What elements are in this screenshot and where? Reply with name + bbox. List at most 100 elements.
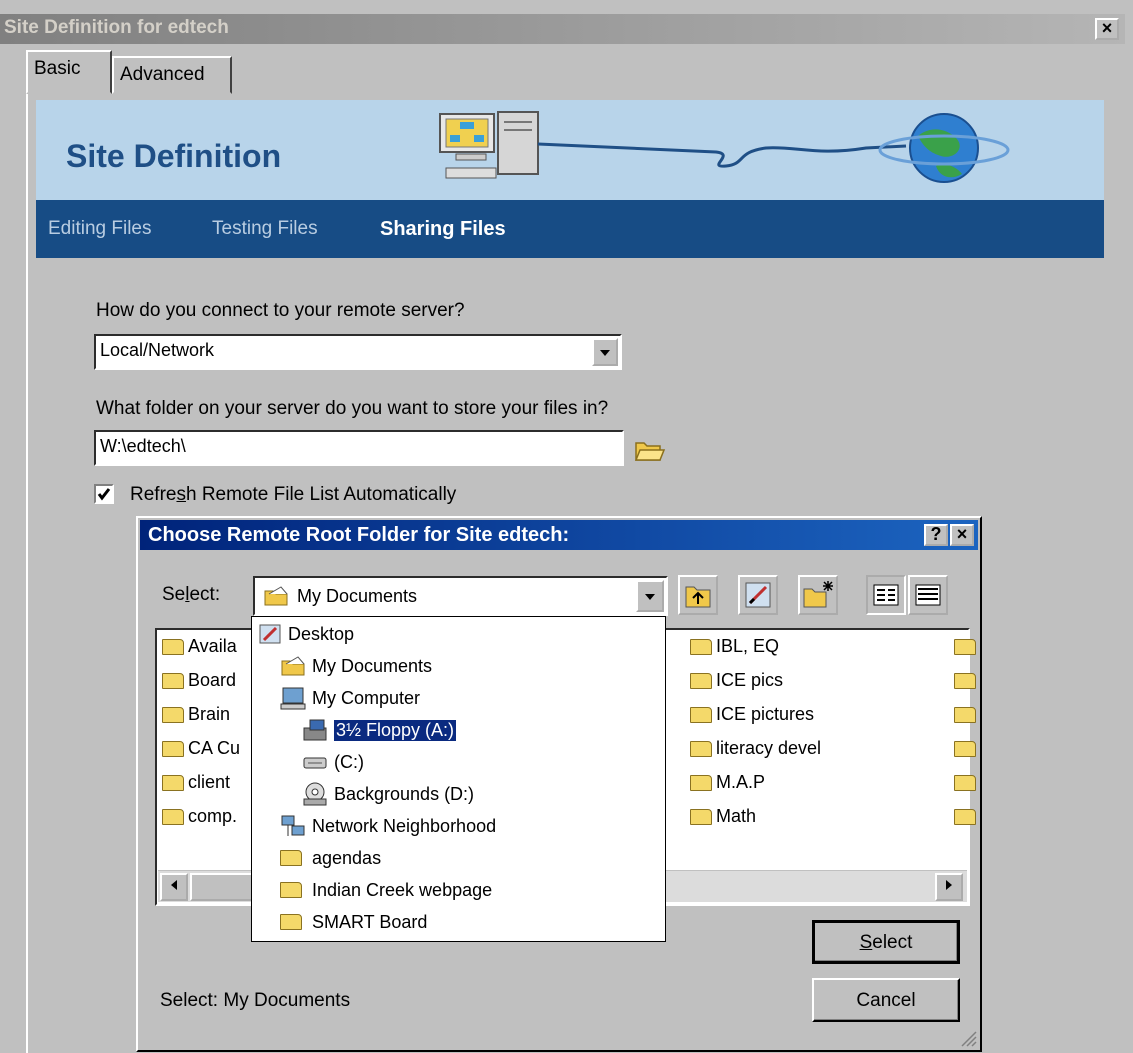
window-close-button[interactable]: ×	[1095, 18, 1119, 40]
folder-question-label: What folder on your server do you want t…	[96, 398, 609, 419]
list-view-button[interactable]	[866, 575, 906, 615]
section-nav	[36, 200, 1104, 258]
dialog-close-button[interactable]: ×	[950, 524, 974, 546]
new-folder-icon	[803, 581, 833, 608]
new-folder-button[interactable]	[798, 575, 838, 615]
dropdown-item-my-documents[interactable]: My Documents	[280, 651, 432, 681]
look-in-select[interactable]: My Documents	[253, 576, 668, 616]
list-item[interactable]: Brain	[162, 704, 240, 738]
my-documents-icon	[264, 586, 288, 606]
chevron-down-icon	[600, 350, 610, 356]
tab-advanced[interactable]: Advanced	[112, 56, 232, 94]
network-icon	[281, 815, 305, 836]
connect-question-label: How do you connect to your remote server…	[96, 300, 465, 321]
arrow-right-icon	[946, 880, 952, 890]
folder-icon	[162, 775, 184, 792]
remote-folder-value: W:\edtech\	[100, 436, 186, 456]
list-item[interactable]: comp.	[162, 806, 240, 840]
list-item[interactable]: IBL, EQ	[690, 636, 821, 670]
up-folder-icon	[685, 586, 711, 608]
dropdown-item-indian-creek[interactable]: Indian Creek webpage	[280, 875, 492, 905]
folder-icon	[954, 809, 976, 826]
dropdown-item-d-drive[interactable]: Backgrounds (D:)	[302, 779, 474, 809]
my-documents-icon	[281, 656, 305, 676]
chevron-down-icon	[645, 594, 655, 600]
cd-drive-icon	[303, 782, 327, 806]
list-item[interactable]: Availa	[162, 636, 240, 670]
nav-editing-files[interactable]: Editing Files	[48, 218, 152, 240]
folder-icon	[954, 639, 976, 656]
details-view-button[interactable]	[908, 575, 948, 615]
list-item[interactable]: literacy devel	[690, 738, 821, 772]
scroll-left-button[interactable]	[160, 873, 188, 901]
cancel-button[interactable]: Cancel	[812, 978, 960, 1022]
scroll-right-button[interactable]	[935, 873, 963, 901]
folder-icon	[162, 707, 184, 724]
hard-drive-icon	[303, 757, 327, 769]
folder-column-right: IBL, EQ ICE pics ICE pictures literacy d…	[690, 636, 821, 840]
computer-globe-illustration	[439, 111, 1010, 183]
dropdown-item-network[interactable]: Network Neighborhood	[280, 811, 496, 841]
folder-icon	[954, 673, 976, 690]
folder-icon	[280, 914, 302, 930]
folder-icon	[690, 809, 712, 826]
my-computer-icon	[280, 687, 306, 710]
dropdown-item-floppy[interactable]: 3½ Floppy (A:)	[302, 715, 458, 745]
refresh-checkbox-label: Refresh Remote File List Automatically	[130, 484, 457, 505]
refresh-checkbox[interactable]	[94, 484, 114, 504]
list-view-icon	[873, 584, 899, 606]
dropdown-item-my-computer[interactable]: My Computer	[280, 683, 420, 713]
floppy-icon	[303, 719, 327, 741]
help-button[interactable]: ?	[924, 524, 948, 546]
resize-grip-icon[interactable]	[958, 1028, 978, 1048]
dropdown-item-desktop[interactable]: Desktop	[258, 619, 354, 649]
connect-method-value: Local/Network	[100, 340, 215, 360]
list-item[interactable]: ICE pics	[690, 670, 821, 704]
tab-basic[interactable]: Basic	[26, 50, 112, 94]
dropdown-item-c-drive[interactable]: (C:)	[302, 747, 364, 777]
list-item[interactable]: client	[162, 772, 240, 806]
window-title: Site Definition for edtech	[0, 14, 1125, 44]
arrow-left-icon	[171, 880, 177, 890]
list-item[interactable]: ICE pictures	[690, 704, 821, 738]
folder-column-left: Availa Board Brain CA Cu client comp.	[162, 636, 240, 840]
computer-icon	[439, 111, 539, 179]
folder-icon	[690, 775, 712, 792]
folder-icon	[954, 707, 976, 724]
look-in-dropdown-list: Desktop My Documents My Computer 3½ Flop…	[251, 616, 666, 942]
look-in-value: My Documents	[297, 585, 418, 606]
folder-icon	[280, 850, 302, 866]
desktop-icon	[745, 582, 771, 608]
details-view-icon	[915, 584, 941, 606]
connect-method-dropdown-button[interactable]	[592, 338, 618, 366]
folder-icon	[690, 707, 712, 724]
folder-icon	[690, 673, 712, 690]
desktop-icon	[259, 624, 281, 644]
nav-testing-files[interactable]: Testing Files	[212, 218, 318, 240]
banner-title: Site Definition	[66, 138, 282, 174]
folder-icon	[954, 775, 976, 792]
folder-icon	[162, 809, 184, 826]
folder-icon	[162, 741, 184, 758]
dropdown-item-smart-board[interactable]: SMART Board	[280, 907, 427, 937]
select-button[interactable]: Select	[812, 920, 960, 964]
folder-icon	[162, 639, 184, 656]
up-one-level-button[interactable]	[678, 575, 718, 615]
list-item[interactable]: M.A.P	[690, 772, 821, 806]
look-in-dropdown-button[interactable]	[636, 580, 664, 612]
folder-icon	[954, 741, 976, 758]
globe-icon	[878, 113, 1010, 183]
list-item[interactable]: Math	[690, 806, 821, 840]
selection-status: Select: My Documents	[160, 990, 351, 1011]
folder-column-clipped	[954, 636, 980, 840]
dropdown-item-agendas[interactable]: agendas	[280, 843, 381, 873]
desktop-button[interactable]	[738, 575, 778, 615]
connect-method-select[interactable]: Local/Network	[94, 334, 622, 370]
browse-folder-icon[interactable]	[634, 437, 666, 463]
checkmark-icon	[97, 488, 111, 501]
nav-sharing-files[interactable]: Sharing Files	[380, 218, 506, 241]
list-item[interactable]: CA Cu	[162, 738, 240, 772]
dialog-title: Choose Remote Root Folder for Site edtec…	[140, 520, 978, 550]
remote-folder-input[interactable]: W:\edtech\	[94, 430, 624, 466]
list-item[interactable]: Board	[162, 670, 240, 704]
